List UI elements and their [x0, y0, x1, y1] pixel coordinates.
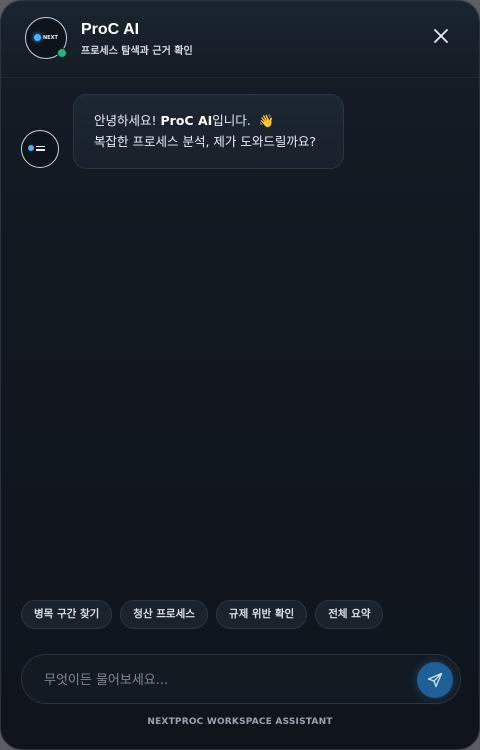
- close-button[interactable]: [429, 24, 453, 48]
- footer-caption: NEXTPROC WORKSPACE ASSISTANT: [147, 717, 333, 727]
- quick-action-chips: 병목 구간 찾기 청산 프로세스 규제 위반 확인 전체 요약: [21, 600, 384, 629]
- message-line-2: 복잡한 프로세스 분석, 제가 도와드릴까요?: [94, 134, 317, 149]
- chip-bottleneck[interactable]: 병목 구간 찾기: [21, 600, 113, 629]
- assistant-message-bubble: 안녕하세요! ProC AI입니다. 👋 복잡한 프로세스 분석, 제가 도와드…: [73, 94, 344, 169]
- chip-liquidation-process[interactable]: 청산 프로세스: [120, 600, 208, 629]
- close-icon: [434, 29, 448, 43]
- greeting-suffix: 입니다.: [212, 113, 251, 128]
- nextproc-logo: NEXT: [34, 34, 58, 41]
- logo-dot-icon: [34, 34, 41, 41]
- logo-text: NEXT: [43, 34, 58, 41]
- assistant-name: ProC AI: [160, 113, 213, 128]
- assistant-avatar: NEXT: [25, 17, 67, 59]
- message-avatar: [21, 130, 59, 168]
- assistant-title: ProC AI: [81, 21, 140, 38]
- message-input[interactable]: [42, 655, 416, 705]
- message-composer: [21, 654, 461, 705]
- assistant-logo-icon: [28, 145, 45, 151]
- chip-full-summary[interactable]: 전체 요약: [315, 600, 384, 629]
- send-button[interactable]: [417, 662, 453, 698]
- greeting-text: 안녕하세요!: [94, 113, 161, 128]
- waving-hand-emoji: 👋: [258, 113, 275, 128]
- chat-header: NEXT ProC AI 프로세스 탐색과 근거 확인: [1, 1, 479, 78]
- online-status-dot: [57, 48, 67, 58]
- chip-regulation-violation[interactable]: 규제 위반 확인: [215, 600, 308, 629]
- assistant-subtitle: 프로세스 탐색과 근거 확인: [81, 46, 193, 57]
- chat-panel: NEXT ProC AI 프로세스 탐색과 근거 확인 안녕하세요! ProC …: [0, 0, 480, 750]
- message-line-1: 안녕하세요! ProC AI입니다. 👋: [94, 110, 343, 131]
- send-icon: [427, 672, 443, 688]
